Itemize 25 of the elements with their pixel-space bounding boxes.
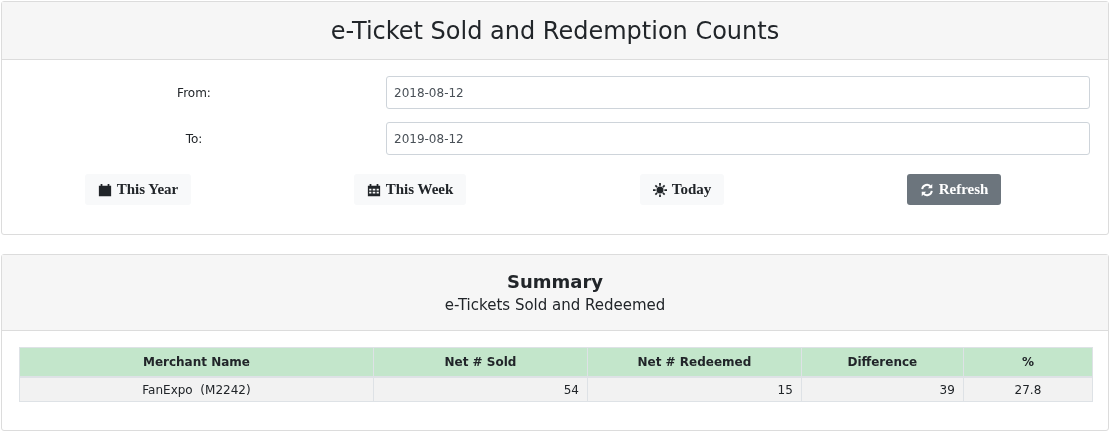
date-range-button[interactable]: This Year <box>84 174 192 205</box>
column-header: Merchant Name <box>19 347 374 377</box>
table-cell: 27.8 <box>963 377 1093 402</box>
column-header: % <box>963 347 1093 377</box>
column-header: Net # Redeemed <box>587 347 802 377</box>
table-cell: FanExpo (M2242) <box>19 377 374 402</box>
column-header: Net # Sold <box>373 347 588 377</box>
date-field[interactable]: 2019-08-12 <box>386 122 1090 155</box>
refresh-icon <box>919 182 934 197</box>
date-range-button[interactable]: Today <box>639 174 725 205</box>
table-cell: 54 <box>373 377 588 402</box>
summary-subtitle: e-Tickets Sold and Redeemed <box>444 296 666 314</box>
sun-icon <box>652 182 667 197</box>
page-title: e-Ticket Sold and Redemption Counts <box>330 16 780 45</box>
date-field[interactable]: 2018-08-12 <box>386 76 1090 109</box>
field-label: From: <box>176 85 212 100</box>
field-label: To: <box>184 131 204 146</box>
table-cell: 39 <box>801 377 964 402</box>
table-cell: 15 <box>587 377 802 402</box>
column-header: Difference <box>801 347 964 377</box>
summary-title: Summary <box>506 271 603 292</box>
calendar-icon <box>366 182 381 197</box>
refresh-button[interactable]: Refresh <box>906 174 1002 205</box>
date-range-button[interactable]: This Week <box>353 174 467 205</box>
calendar-icon <box>97 182 112 197</box>
